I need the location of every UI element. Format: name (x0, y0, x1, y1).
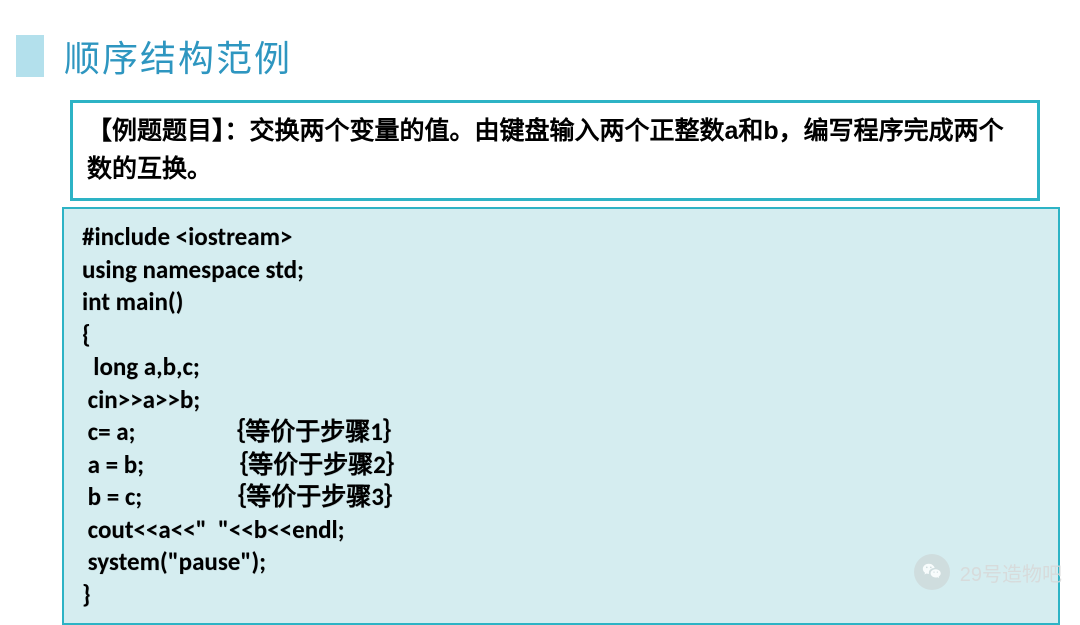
wechat-icon (914, 554, 950, 590)
watermark-text: 29号造物吧 (960, 558, 1062, 587)
problem-box: 【例题题目】：交换两个变量的值。由键盘输入两个正整数a和b，编写程序完成两个数的… (70, 100, 1040, 201)
title-bar: 顺序结构范例 (0, 0, 1080, 100)
code-line: a = b; ｛等价于步骤2｝ (82, 449, 1040, 482)
code-line: using namespace std; (82, 254, 1040, 287)
code-line: cin>>a>>b; (82, 384, 1040, 417)
code-line: int main() (82, 286, 1040, 319)
code-line: } (82, 579, 1040, 612)
problem-text: 【例题题目】：交换两个变量的值。由键盘输入两个正整数a和b，编写程序完成两个数的… (87, 113, 1023, 188)
code-box: #include <iostream> using namespace std;… (62, 207, 1060, 625)
slide-title: 顺序结构范例 (64, 30, 292, 82)
code-line: { (82, 319, 1040, 352)
code-line: b = c; ｛等价于步骤3｝ (82, 481, 1040, 514)
title-marker (16, 35, 44, 77)
code-line: system("pause"); (82, 546, 1040, 579)
code-line: cout<<a<<" "<<b<<endl; (82, 514, 1040, 547)
code-line: long a,b,c; (82, 351, 1040, 384)
code-line: #include <iostream> (82, 221, 1040, 254)
watermark: 29号造物吧 (914, 554, 1062, 590)
code-line: c= a; ｛等价于步骤1｝ (82, 416, 1040, 449)
